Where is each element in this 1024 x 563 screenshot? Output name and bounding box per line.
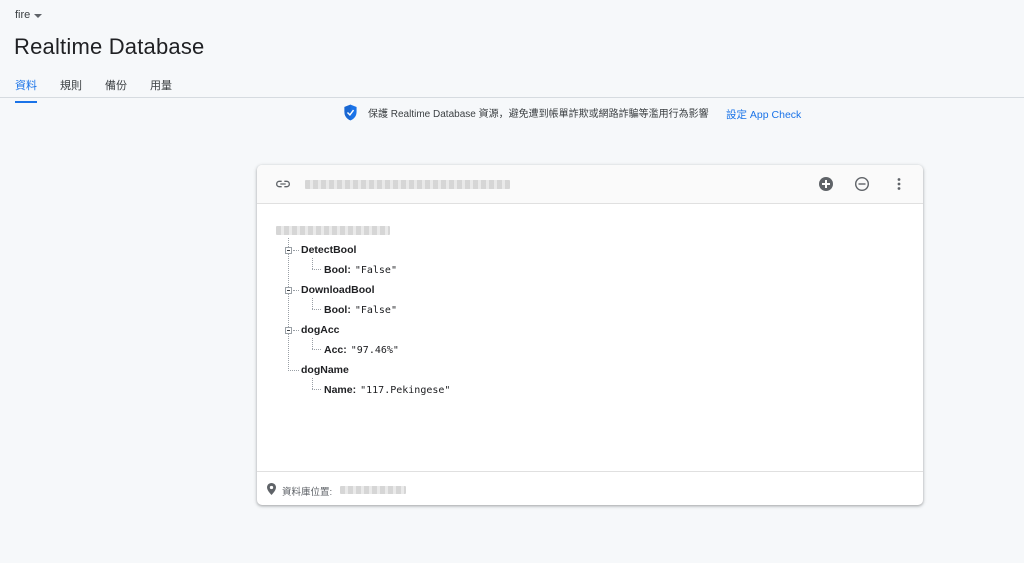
caret-down-icon: [34, 14, 43, 18]
data-tree: DetectBool Bool: "False" DownloadBool Boo…: [257, 204, 923, 470]
leaf-value: "117.Pekingese": [360, 385, 451, 396]
collapse-icon[interactable]: [285, 327, 292, 334]
tree-node-key[interactable]: dogAcc: [301, 324, 340, 336]
tab-rules[interactable]: 規則: [60, 76, 82, 99]
tab-usage[interactable]: 用量: [150, 76, 172, 99]
page-title: Realtime Database: [14, 34, 205, 59]
card-footer: 資料庫位置:: [257, 471, 923, 506]
page-header: fire Realtime Database 資料 規則 備份 用量: [0, 0, 1024, 103]
leaf-key: Acc:: [324, 344, 347, 356]
tree-connector: [293, 250, 299, 251]
more-vert-icon[interactable]: [891, 176, 907, 192]
tab-bar: 資料 規則 備份 用量: [15, 76, 195, 103]
tree-connector: [312, 298, 313, 309]
tree-connector: [293, 330, 299, 331]
tab-data[interactable]: 資料: [15, 76, 37, 103]
tree-connector: [288, 370, 299, 371]
tree-connector: [312, 389, 321, 390]
tree-node-key[interactable]: DetectBool: [301, 244, 356, 256]
leaf-value: "False": [354, 265, 397, 276]
card-toolbar: [257, 165, 923, 204]
database-card: DetectBool Bool: "False" DownloadBool Boo…: [257, 165, 923, 505]
tab-backups[interactable]: 備份: [105, 76, 127, 99]
database-location-redacted: [340, 486, 406, 494]
leaf-key: Bool:: [324, 304, 351, 316]
root-key-redacted[interactable]: [276, 226, 390, 235]
tree-leaf[interactable]: Name: "117.Pekingese": [324, 384, 450, 396]
database-url-redacted[interactable]: [305, 180, 510, 189]
add-circle-icon[interactable]: [818, 176, 834, 192]
tree-trunk: [288, 238, 289, 371]
collapse-icon[interactable]: [285, 247, 292, 254]
tree-node-key[interactable]: DownloadBool: [301, 284, 375, 296]
link-icon[interactable]: [275, 178, 291, 190]
leaf-value: "97.46%": [350, 345, 399, 356]
tree-connector: [312, 338, 313, 349]
tree-leaf[interactable]: Bool: "False": [324, 264, 397, 276]
leaf-key: Name:: [324, 384, 357, 396]
project-name: fire: [15, 9, 31, 21]
collapse-icon[interactable]: [285, 287, 292, 294]
tree-connector: [312, 309, 321, 310]
remove-circle-icon[interactable]: [854, 176, 870, 192]
project-selector[interactable]: fire: [15, 9, 43, 21]
location-pin-icon: [267, 483, 276, 495]
tree-connector: [312, 349, 321, 350]
shield-icon: [344, 104, 357, 121]
database-location-label: 資料庫位置:: [282, 487, 333, 498]
banner-text: 保護 Realtime Database 資源，避免遭到帳單詐欺或網路詐騙等濫用…: [368, 109, 709, 120]
tree-connector: [312, 269, 321, 270]
tree-connector: [312, 258, 313, 269]
leaf-value: "False": [354, 305, 397, 316]
setup-app-check-link[interactable]: 設定 App Check: [726, 107, 801, 122]
tree-connector: [312, 378, 313, 389]
tree-connector: [293, 290, 299, 291]
tree-leaf[interactable]: Acc: "97.46%": [324, 344, 399, 356]
app-check-banner: 保護 Realtime Database 資源，避免遭到帳單詐欺或網路詐騙等濫用…: [343, 104, 709, 121]
tree-leaf[interactable]: Bool: "False": [324, 304, 397, 316]
leaf-key: Bool:: [324, 264, 351, 276]
tree-node-key[interactable]: dogName: [301, 364, 349, 376]
